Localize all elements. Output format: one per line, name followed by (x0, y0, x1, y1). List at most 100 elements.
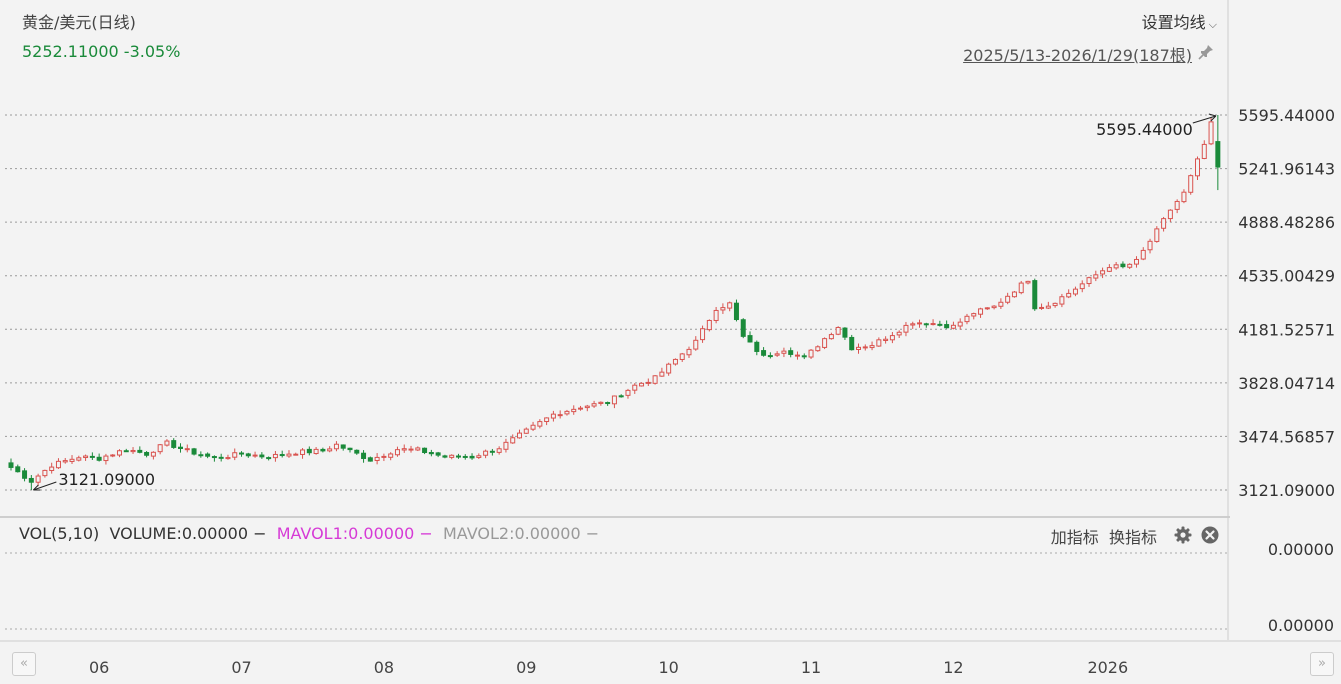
candle-body (713, 309, 719, 321)
candle-body (767, 355, 773, 358)
candle (672, 358, 678, 366)
candle-body (279, 454, 285, 457)
candle (442, 454, 448, 459)
candle (788, 347, 794, 358)
candle (1147, 238, 1153, 254)
candle (22, 468, 28, 482)
candle (306, 446, 312, 456)
candle (557, 410, 563, 419)
candle (889, 331, 895, 344)
candle-body (889, 335, 895, 341)
candle-body (537, 421, 543, 427)
candle (205, 452, 211, 459)
candle (618, 394, 624, 398)
candle-body (625, 389, 631, 396)
candle (28, 475, 34, 490)
mavol2-dash: − (585, 524, 600, 543)
candle (652, 375, 658, 385)
candle (808, 349, 814, 360)
volume-axis-top: 0.00000 (1267, 540, 1334, 559)
candle-body (388, 453, 394, 458)
candle (767, 352, 773, 359)
switch-indicator-button[interactable]: 换指标 (1109, 528, 1157, 547)
candle-body (584, 405, 590, 409)
candle-body (1154, 228, 1160, 242)
candle-body (55, 460, 61, 469)
candle (157, 444, 163, 455)
candle (49, 462, 55, 474)
month-tick-label: 06 (89, 658, 109, 677)
candle-body (618, 395, 624, 398)
candle-body (191, 448, 197, 455)
candle-body (645, 381, 651, 384)
candle-body (272, 453, 278, 459)
candle (923, 322, 929, 328)
candle (679, 352, 685, 362)
candle-body (720, 307, 726, 311)
candle (598, 401, 604, 406)
candle-body (842, 327, 848, 338)
candle-body (598, 401, 604, 404)
annotations: 5595.44000 3121.09000 (32, 113, 1217, 491)
candle (455, 453, 461, 459)
candle-body (320, 448, 326, 452)
candle-body (761, 350, 767, 356)
double-chevron-left-icon[interactable]: « (12, 652, 36, 676)
candle (266, 456, 272, 461)
candle (1059, 293, 1065, 308)
candle-body (286, 453, 292, 457)
candle-body (1079, 283, 1085, 290)
candle-body (89, 455, 95, 458)
double-chevron-right-icon[interactable]: » (1310, 652, 1334, 676)
candle-body (96, 456, 102, 461)
candle-body (157, 444, 163, 453)
candle-body (103, 455, 109, 462)
candle (225, 454, 231, 460)
candle-body (706, 319, 712, 331)
candle-body (1140, 249, 1146, 260)
candle (991, 305, 997, 310)
candle (1181, 189, 1187, 204)
candle-body (1045, 305, 1051, 309)
add-indicator-button[interactable]: 加指标 (1051, 528, 1099, 547)
candle (333, 441, 339, 452)
candle-body (333, 443, 339, 450)
candle (211, 455, 217, 462)
candle (781, 347, 787, 358)
candle-body (991, 305, 997, 309)
candle-body (374, 456, 380, 461)
candle (394, 446, 400, 457)
candle (1066, 289, 1072, 299)
candle-body (632, 384, 638, 391)
mavol2-value: MAVOL2:0.00000 (443, 524, 581, 543)
candle-body (1005, 295, 1011, 303)
candle-body (225, 457, 231, 460)
candle-body (822, 338, 828, 348)
candle (313, 447, 319, 455)
candle-body (211, 456, 217, 459)
candle (116, 449, 122, 458)
candle (828, 332, 834, 340)
mavol1-value: MAVOL1:0.00000 (276, 524, 415, 543)
candle (164, 439, 170, 447)
candle (822, 337, 828, 350)
candles (8, 115, 1221, 490)
candle (347, 447, 353, 453)
close-circle-icon[interactable] (1200, 525, 1220, 545)
candle-body (354, 449, 360, 454)
candle (896, 330, 902, 339)
candle (462, 454, 468, 460)
month-tick-label: 2026 (1087, 658, 1128, 677)
candle (550, 410, 556, 422)
candle-body (252, 454, 258, 457)
price-axis: 5595.44000 5241.96143 4888.48286 4535.00429… (1238, 106, 1335, 500)
candle (8, 458, 14, 471)
candle (578, 405, 584, 411)
gear-icon[interactable] (1173, 525, 1193, 545)
candle (706, 319, 712, 332)
candle (293, 452, 299, 456)
candle (89, 452, 95, 460)
candle (611, 395, 617, 409)
candlestick-chart[interactable]: 5595.44000 5241.96143 4888.48286 4535.00429… (0, 0, 1341, 684)
volume-axis-bottom: 0.00000 (1267, 616, 1334, 635)
